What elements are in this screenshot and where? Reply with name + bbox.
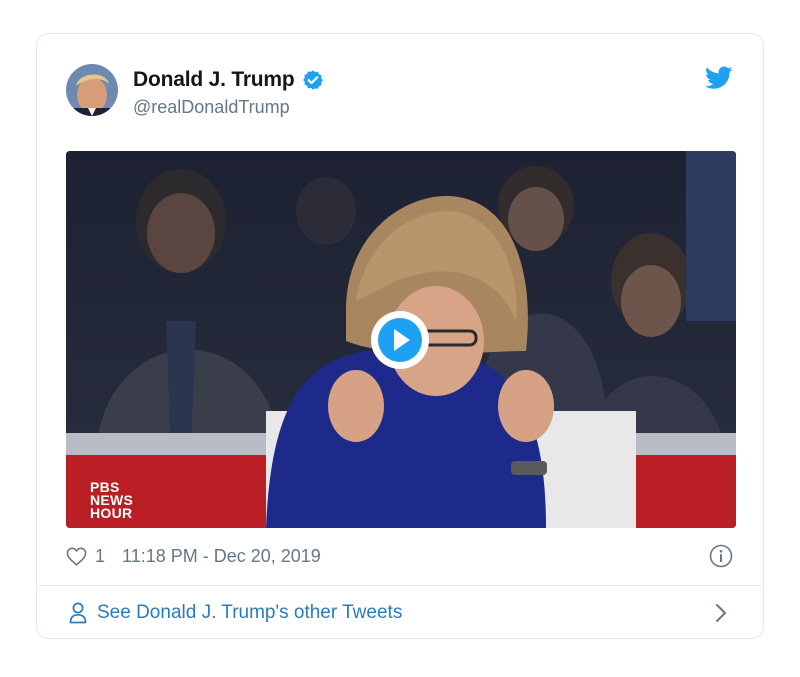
- like-count: 1: [95, 545, 106, 566]
- display-name[interactable]: Donald J. Trump: [133, 68, 295, 92]
- name-row: Donald J. Trump: [133, 68, 324, 92]
- pbs-newshour-logo: PBS NEWS HOUR: [90, 480, 133, 521]
- twitter-bird-icon[interactable]: [705, 66, 733, 90]
- video-player[interactable]: PBS NEWS HOUR: [66, 151, 736, 528]
- other-tweets-label[interactable]: See Donald J. Trump's other Tweets: [97, 602, 402, 624]
- person-icon: [69, 602, 87, 624]
- chevron-right-icon[interactable]: [715, 603, 727, 623]
- tweet-timestamp[interactable]: 11:18 PM - Dec 20, 2019: [122, 546, 321, 567]
- heart-icon[interactable]: [66, 547, 87, 566]
- verified-badge-icon: [302, 70, 323, 90]
- play-icon: [378, 318, 422, 362]
- play-button[interactable]: [371, 311, 429, 369]
- tweet-embed-card: Donald J. Trump @realDonaldTrump PBS NEW…: [36, 33, 764, 639]
- tweet-header: Donald J. Trump @realDonaldTrump: [66, 62, 733, 118]
- avatar[interactable]: [66, 64, 118, 116]
- other-tweets-link[interactable]: See Donald J. Trump's other Tweets: [37, 586, 763, 640]
- user-handle[interactable]: @realDonaldTrump: [133, 97, 290, 118]
- logo-line-3: HOUR: [90, 505, 133, 521]
- info-icon[interactable]: [709, 544, 733, 568]
- tweet-meta-row: 1 11:18 PM - Dec 20, 2019: [66, 544, 733, 568]
